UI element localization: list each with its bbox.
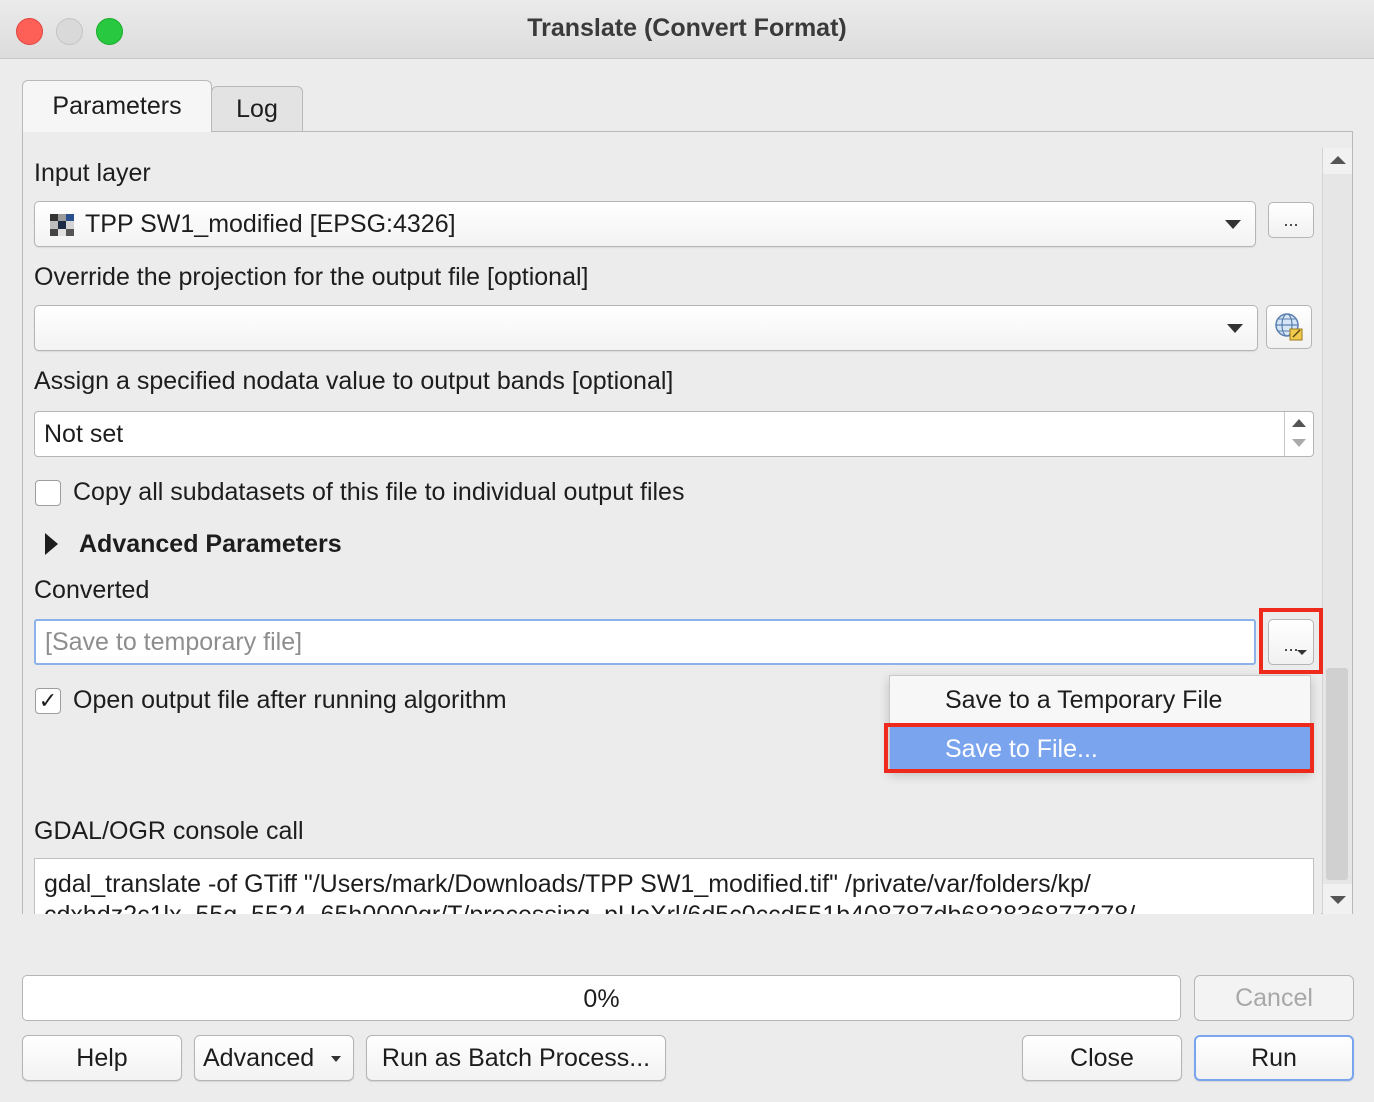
tab-log[interactable]: Log bbox=[211, 86, 303, 132]
run-button[interactable]: Run bbox=[1194, 1035, 1354, 1081]
copy-subdatasets-checkbox[interactable] bbox=[35, 480, 61, 506]
save-options-menu: Save to a Temporary File Save to File... bbox=[889, 675, 1311, 771]
cancel-button[interactable]: Cancel bbox=[1194, 975, 1354, 1021]
scroll-up-icon[interactable] bbox=[1330, 156, 1346, 164]
tab-parameters[interactable]: Parameters bbox=[22, 80, 212, 132]
spin-up-icon[interactable] bbox=[1292, 419, 1306, 427]
disclosure-triangle-icon[interactable] bbox=[45, 533, 58, 555]
input-layer-browse-button[interactable]: ... bbox=[1268, 202, 1314, 238]
console-call-line-2: cdxhdz2c1lx_55q_5524_65h0000gr/T/process… bbox=[44, 900, 1304, 914]
help-button[interactable]: Help bbox=[22, 1035, 182, 1081]
input-layer-value: TPP SW1_modified [EPSG:4326] bbox=[85, 210, 456, 238]
converted-label: Converted bbox=[34, 576, 150, 604]
scroll-down-icon[interactable] bbox=[1330, 896, 1346, 904]
globe-icon bbox=[1275, 313, 1303, 341]
run-batch-button[interactable]: Run as Batch Process... bbox=[366, 1035, 666, 1081]
input-layer-combo[interactable]: TPP SW1_modified [EPSG:4326] bbox=[34, 201, 1256, 247]
converted-browse-button[interactable]: ... bbox=[1268, 619, 1314, 665]
menu-item-save-to-file[interactable]: Save to File... bbox=[890, 727, 1310, 771]
projection-combo[interactable] bbox=[34, 305, 1258, 351]
chevron-down-icon bbox=[1297, 650, 1307, 655]
console-call-line-1: gdal_translate -of GTiff "/Users/mark/Do… bbox=[44, 870, 1091, 898]
input-layer-label: Input layer bbox=[34, 159, 151, 187]
advanced-parameters-toggle[interactable]: Advanced Parameters bbox=[79, 530, 342, 559]
open-output-label: Open output file after running algorithm bbox=[73, 686, 507, 714]
nodata-value: Not set bbox=[44, 419, 124, 448]
open-output-checkbox[interactable]: ✓ bbox=[35, 688, 61, 714]
console-call-label: GDAL/OGR console call bbox=[34, 817, 304, 845]
copy-subdatasets-label: Copy all subdatasets of this file to ind… bbox=[73, 478, 685, 506]
nodata-spinbox[interactable]: Not set bbox=[34, 411, 1314, 457]
spin-down-icon[interactable] bbox=[1292, 439, 1306, 447]
close-button[interactable]: Close bbox=[1022, 1035, 1182, 1081]
chevron-down-icon bbox=[331, 1056, 341, 1062]
chevron-down-icon bbox=[1225, 220, 1241, 229]
parameters-scroll-area: Input layer TPP SW1_modified [EPSG:4326]… bbox=[23, 148, 1321, 914]
menu-item-save-temporary[interactable]: Save to a Temporary File bbox=[890, 678, 1310, 722]
advanced-button-label: Advanced bbox=[203, 1043, 315, 1072]
converted-output-field[interactable]: [Save to temporary file] bbox=[34, 619, 1256, 665]
projection-label: Override the projection for the output f… bbox=[34, 263, 589, 291]
progress-text: 0% bbox=[583, 985, 620, 1013]
vertical-scrollbar[interactable] bbox=[1322, 148, 1352, 914]
progress-bar: 0% bbox=[22, 975, 1181, 1021]
advanced-menu-button[interactable]: Advanced bbox=[194, 1035, 354, 1081]
chevron-down-icon bbox=[1227, 324, 1243, 333]
window-title: Translate (Convert Format) bbox=[527, 14, 847, 42]
raster-layer-icon bbox=[50, 214, 74, 236]
crs-selector-button[interactable] bbox=[1266, 305, 1312, 349]
nodata-label: Assign a specified nodata value to outpu… bbox=[34, 367, 674, 395]
converted-placeholder: [Save to temporary file] bbox=[45, 627, 303, 656]
spin-buttons[interactable] bbox=[1284, 412, 1313, 456]
title-bar: Translate (Convert Format) bbox=[0, 0, 1374, 59]
console-call-box[interactable]: gdal_translate -of GTiff "/Users/mark/Do… bbox=[34, 858, 1314, 914]
scrollbar-thumb[interactable] bbox=[1326, 668, 1348, 880]
